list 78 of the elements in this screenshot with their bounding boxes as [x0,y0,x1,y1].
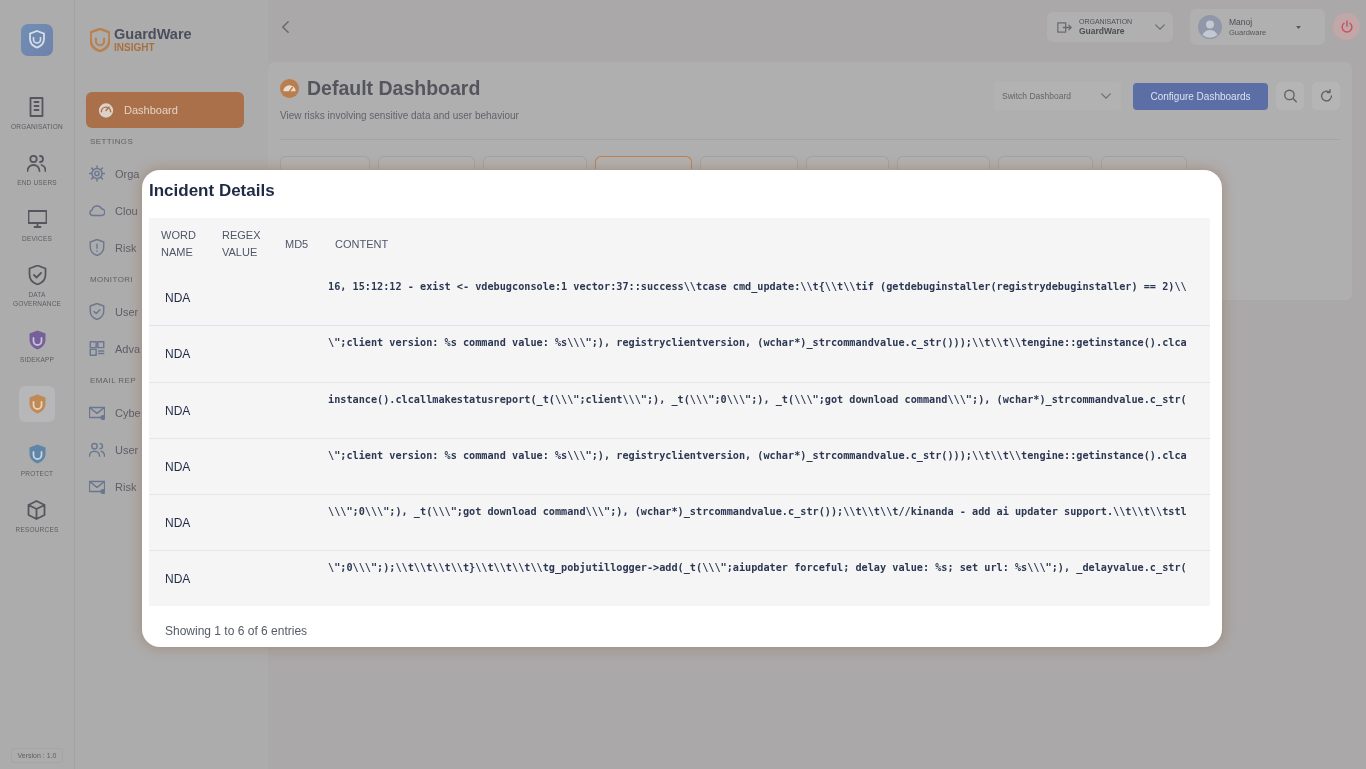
dashboard-tab[interactable] [483,156,587,169]
dashboard-tab[interactable] [700,156,798,169]
search-icon [1283,89,1297,103]
content-text: \";0\\\";);\\t\\t\\t\\t}\\t\\t\\t\\tg_pobjutillogger->add(_t(\\\";aiupdater forceful; delay value: %s; set url: %s\\\";), _delayvalue.c_str( [328,562,1187,574]
dashboard-tab[interactable] [1101,156,1187,169]
shield-icon [27,444,47,464]
dialog-title: Incident Details [149,180,276,202]
sidebar-nav-item[interactable]: Orga [75,155,140,192]
rail-nav-item[interactable] [19,386,55,422]
content-text: \";client version: %s command value: %s\\\";), registryclientversion, (wchar*)_strcommandvalue.c_str()));\\t\\t\\tengine::getinstance().clca [328,337,1187,349]
chevron-left-icon [281,21,289,33]
sidebar-nav-item[interactable]: Adva [75,330,141,367]
mail-icon [89,478,105,495]
gauge-icon [98,101,114,119]
dashboard-tab[interactable] [595,156,692,169]
grid-icon [89,340,105,357]
sidebar-nav-item[interactable]: User [75,293,139,330]
content-text: instance().clcallmakestatusreport(_t(\\\";client\\\";), _t(\\\";0\\\";), _t(\\\";got download command\\\";), (wchar*)_strcommandvalue.c_str( [328,394,1187,406]
cloud-icon [89,202,105,219]
section-heading: MONITORI [90,275,134,285]
avatar-icon [1198,15,1222,39]
word-name-text: NDA [165,290,191,305]
gauge-icon [280,78,299,98]
page-title: Default Dashboard [307,76,481,100]
dashboard-tab[interactable] [378,156,475,169]
column-header: REGEX VALUE [222,228,262,260]
organisation-name: GuardWare [1079,25,1125,37]
brand-name: GuardWare [114,27,192,42]
search-button[interactable] [1276,82,1304,110]
shield-check-icon [89,303,105,320]
product-name: INSIGHT [114,42,156,53]
power-icon [1340,19,1353,33]
sidebar-nav-item[interactable]: User [75,431,139,468]
word-name-text: NDA [165,459,191,474]
content-text: \\\";0\\\";), _t(\\\";got download command\\\";), (wchar*)_strcommandvalue.c_str());\\t\\t\\t//kinanda - add ai updater support.\\t\\t\\tstl [328,506,1187,518]
caret-icon [1296,25,1301,29]
shield-icon [27,394,47,414]
chevron-down-icon [1155,24,1165,30]
column-header: WORD NAME [161,228,197,260]
shield-logo-icon [21,24,53,56]
column-header: MD5 [285,236,309,252]
dashboard-tab[interactable] [280,156,370,169]
users-icon [27,153,47,173]
sidebar-nav-item[interactable]: Risk [75,468,137,505]
refresh-icon [1319,89,1333,103]
column-header: CONTENT [335,236,389,252]
shield-alert-icon [89,239,105,256]
mail-icon [89,404,105,421]
users-icon [89,441,105,458]
content-text: \";client version: %s command value: %s\\\";), registryclientversion, (wchar*)_strcommandvalue.c_str()));\\t\\t\\tengine::getinstance().clca [328,450,1187,462]
sidebar-nav-item[interactable]: Dashboard [86,92,244,128]
cube-icon [27,500,47,520]
word-name-text: NDA [165,515,191,530]
sidebar-nav-item[interactable]: Risk [75,229,137,266]
content-text: 16, 15:12:12 - exist <- vdebugconsole:1 vector:37::success\\tcase cmd_update:\\t{\\t\\tif (getdebuginstaller(registrydebuginstaller) == 2)\\ [328,281,1187,293]
power-button[interactable] [1333,12,1360,40]
sidebar-nav-item[interactable]: Clou [75,192,138,229]
shield-logo-icon [90,28,110,52]
dashboard-tab[interactable] [897,156,990,169]
dashboard-tab[interactable] [806,156,889,169]
chevron-down-icon [1101,93,1111,99]
word-name-text: NDA [165,347,191,361]
configure-dashboards-button[interactable]: Configure Dashboards [1133,82,1268,110]
section-heading: SETTINGS [90,137,134,147]
gear-icon [89,165,105,182]
word-name-text: NDA [165,571,191,586]
sidebar-nav-item[interactable]: Cybe [75,394,141,431]
shield-check-icon [27,265,47,285]
section-heading: EMAIL REP [90,376,136,386]
box-arrow-icon [1057,21,1072,33]
refresh-button[interactable] [1312,82,1340,110]
entries-count: Showing 1 to 6 of 6 entries [165,624,308,639]
monitor-icon [27,209,47,229]
page-subtitle: View risks involving sensitive data and user behaviour [280,109,519,123]
user-name: Manoj [1229,16,1253,28]
word-name-text: NDA [165,403,191,418]
shield-icon [27,330,47,350]
dashboard-tab[interactable] [998,156,1093,169]
